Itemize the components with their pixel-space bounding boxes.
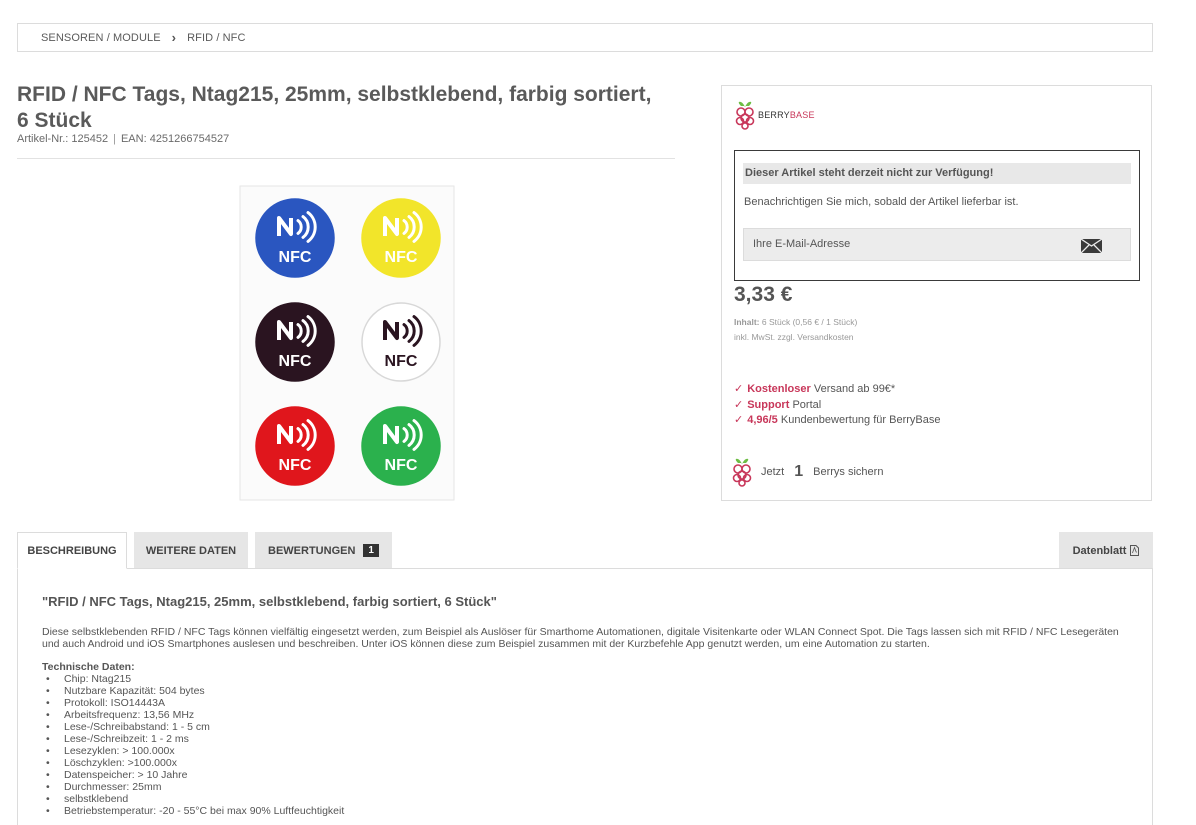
list-item: selbstklebend — [42, 793, 344, 805]
nfc-tag: NFC — [255, 406, 335, 486]
usp-item-support[interactable]: ✓ Support Portal — [734, 398, 940, 414]
list-item: Datenspeicher: > 10 Jahre — [42, 769, 344, 781]
tax-note: inkl. MwSt. zzgl. Versandkosten — [734, 332, 854, 342]
list-item: Lese-/Schreibabstand: 1 - 5 cm — [42, 721, 344, 733]
berrybase-logo[interactable]: BERRYBASE — [735, 100, 815, 130]
nfc-tag: NFC — [361, 198, 441, 278]
product-price: 3,33 € — [734, 283, 793, 306]
nfc-tag: NFC — [255, 198, 335, 278]
tab-beschreibung[interactable]: BESCHREIBUNG — [17, 532, 127, 569]
unavailable-notice: Dieser Artikel steht derzeit nicht zur V… — [743, 163, 1131, 184]
content-info: Inhalt: 6 Stück (0,56 € / 1 Stück) — [734, 317, 858, 327]
berrys-suffix: Berrys sichern — [813, 466, 884, 478]
price-info: Inhalt: 6 Stück (0,56 € / 1 Stück) inkl.… — [734, 315, 857, 345]
nfc-tag-label: NFC — [385, 353, 418, 370]
check-icon: ✓ — [734, 414, 744, 426]
chevron-right-icon: › — [171, 30, 177, 45]
nfc-tag: NFC — [361, 302, 441, 382]
breadcrumb: SENSOREN / MODULE › RFID / NFC — [17, 23, 1153, 52]
nfc-tag-label: NFC — [279, 249, 312, 266]
article-number: Artikel-Nr.: 125452 — [17, 133, 109, 145]
email-field-container — [743, 228, 1131, 261]
berrys-prefix: Jetzt — [761, 466, 785, 478]
nfc-tag-label: NFC — [385, 457, 418, 474]
raspberry-icon — [732, 458, 752, 487]
list-item: Nutzbare Kapazität: 504 bytes — [42, 685, 344, 697]
list-item: Durchmesser: 25mm — [42, 781, 344, 793]
check-icon: ✓ — [734, 383, 744, 395]
nfc-tag: NFC — [361, 406, 441, 486]
list-item: Arbeitsfrequenz: 13,56 MHz — [42, 709, 344, 721]
pdf-icon — [1130, 545, 1140, 556]
nfc-tag: NFC — [255, 302, 335, 382]
product-meta: Artikel-Nr.: 125452 | EAN: 4251266754527 — [17, 133, 229, 145]
tab-weitere-daten[interactable]: WEITERE DATEN — [134, 532, 248, 569]
buy-box: BERRYBASE Dieser Artikel steht derzeit n… — [721, 85, 1152, 501]
notify-description: Benachrichtigen Sie mich, sobald der Art… — [744, 196, 1019, 208]
description-title: "RFID / NFC Tags, Ntag215, 25mm, selbstk… — [42, 594, 497, 609]
list-item: Protokoll: ISO14443A — [42, 697, 344, 709]
reviews-count-badge: 1 — [363, 544, 379, 557]
check-icon: ✓ — [734, 398, 744, 411]
list-item: Lesezyklen: > 100.000x — [42, 745, 344, 757]
list-item: Chip: Ntag215 — [42, 673, 344, 685]
nfc-tag-label: NFC — [385, 249, 418, 266]
divider — [17, 158, 675, 159]
nfc-tags-sheet: NFC NFC NFC NFC NFC NFC — [174, 170, 519, 510]
list-item: Lese-/Schreibzeit: 1 - 2 ms — [42, 733, 344, 745]
breadcrumb-item-sensoren[interactable]: SENSOREN / MODULE — [41, 32, 161, 44]
list-item: Betriebstemperatur: -20 - 55°C bei max 9… — [42, 805, 344, 817]
usp-item-shipping: ✓ Kostenloser Versand ab 99€* — [734, 383, 896, 395]
availability-notification: Dieser Artikel steht derzeit nicht zur V… — [734, 150, 1140, 281]
envelope-icon[interactable] — [1081, 239, 1102, 253]
usp-item-rating: ✓ 4,96/5 Kundenbewertung für BerryBase — [734, 414, 941, 426]
berrys-count: 1 — [794, 463, 804, 480]
product-image[interactable]: NFC NFC NFC NFC NFC NFC — [174, 170, 519, 510]
raspberry-icon — [735, 101, 755, 130]
logo-text: BERRYBASE — [758, 110, 815, 120]
list-item: Löschzyklen: >100.000x — [42, 757, 344, 769]
berrys-reward: Jetzt 1 Berrys sichern — [732, 457, 883, 487]
tech-specs-list: Chip: Ntag215 Nutzbare Kapazität: 504 by… — [42, 673, 344, 817]
nfc-tag-label: NFC — [279, 457, 312, 474]
nfc-tag-label: NFC — [279, 353, 312, 370]
tab-bewertungen[interactable]: BEWERTUNGEN 1 — [255, 532, 392, 569]
separator: | — [113, 133, 116, 145]
email-field[interactable] — [753, 238, 1053, 250]
page-title: RFID / NFC Tags, Ntag215, 25mm, selbstkl… — [17, 83, 652, 132]
tech-heading: Technische Daten: — [42, 661, 135, 673]
usp-list: ✓ Kostenloser Versand ab 99€* ✓ Support Po… — [734, 382, 940, 429]
tab-datenblatt[interactable]: Datenblatt — [1059, 532, 1153, 569]
ean-number: EAN: 4251266754527 — [120, 133, 230, 145]
description-text: Diese selbstklebenden RFID / NFC Tags kö… — [42, 626, 1119, 650]
description-panel: "RFID / NFC Tags, Ntag215, 25mm, selbstk… — [17, 568, 1153, 825]
breadcrumb-item-rfid-nfc[interactable]: RFID / NFC — [187, 32, 245, 44]
product-tabs: BESCHREIBUNG WEITERE DATEN BEWERTUNGEN 1 … — [17, 532, 1153, 569]
